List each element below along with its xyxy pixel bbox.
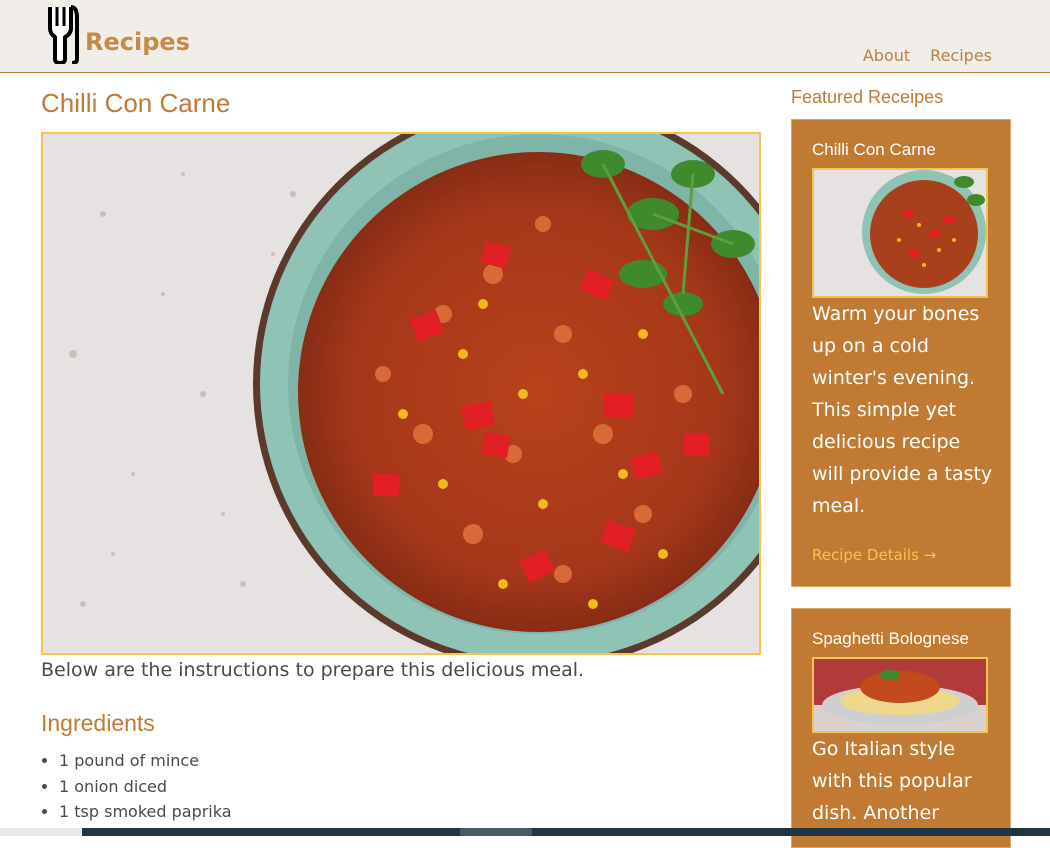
brand-name[interactable]: Recipes — [85, 28, 190, 56]
nav-link-recipes[interactable]: Recipes — [930, 46, 992, 65]
page-title: Chilli Con Carne — [41, 88, 231, 118]
featured-card-spaghetti: Spaghetti Bolognese Go Italian style wit… — [791, 608, 1011, 848]
ingredient-item: 1 tsp smoked paprika — [59, 801, 232, 827]
featured-card-chilli: Chilli Con Carne Warm your bones up on a… — [791, 119, 1011, 587]
card-description: Warm your bones up on a cold winter's ev… — [812, 303, 993, 517]
nav-link-about[interactable]: About — [863, 46, 910, 65]
card-image-chilli[interactable] — [812, 168, 988, 298]
intro-text: Below are the instructions to prepare th… — [41, 659, 585, 681]
featured-recipes-heading: Featured Receipes — [791, 87, 944, 107]
card-title: Spaghetti Bolognese — [812, 629, 969, 648]
ingredients-list: 1 pound of mince 1 onion diced 1 tsp smo… — [41, 750, 232, 827]
ingredient-item: 1 onion diced — [59, 776, 232, 802]
os-taskbar — [0, 828, 1050, 836]
ingredients-heading: Ingredients — [41, 710, 155, 736]
taskbar-segment[interactable] — [460, 828, 532, 836]
fork-logo-icon[interactable] — [44, 4, 80, 64]
main-nav: About Recipes — [863, 46, 992, 65]
card-title: Chilli Con Carne — [812, 140, 936, 159]
card-image-spaghetti[interactable] — [812, 657, 988, 733]
taskbar-segment[interactable] — [0, 828, 82, 836]
card-description: Go Italian style with this popular dish.… — [812, 738, 972, 824]
site-header: Recipes About Recipes — [0, 0, 1050, 73]
recipe-details-link[interactable]: Recipe Details → — [812, 546, 936, 564]
hero-image-chilli — [41, 132, 761, 655]
ingredient-item: 1 pound of mince — [59, 750, 232, 776]
